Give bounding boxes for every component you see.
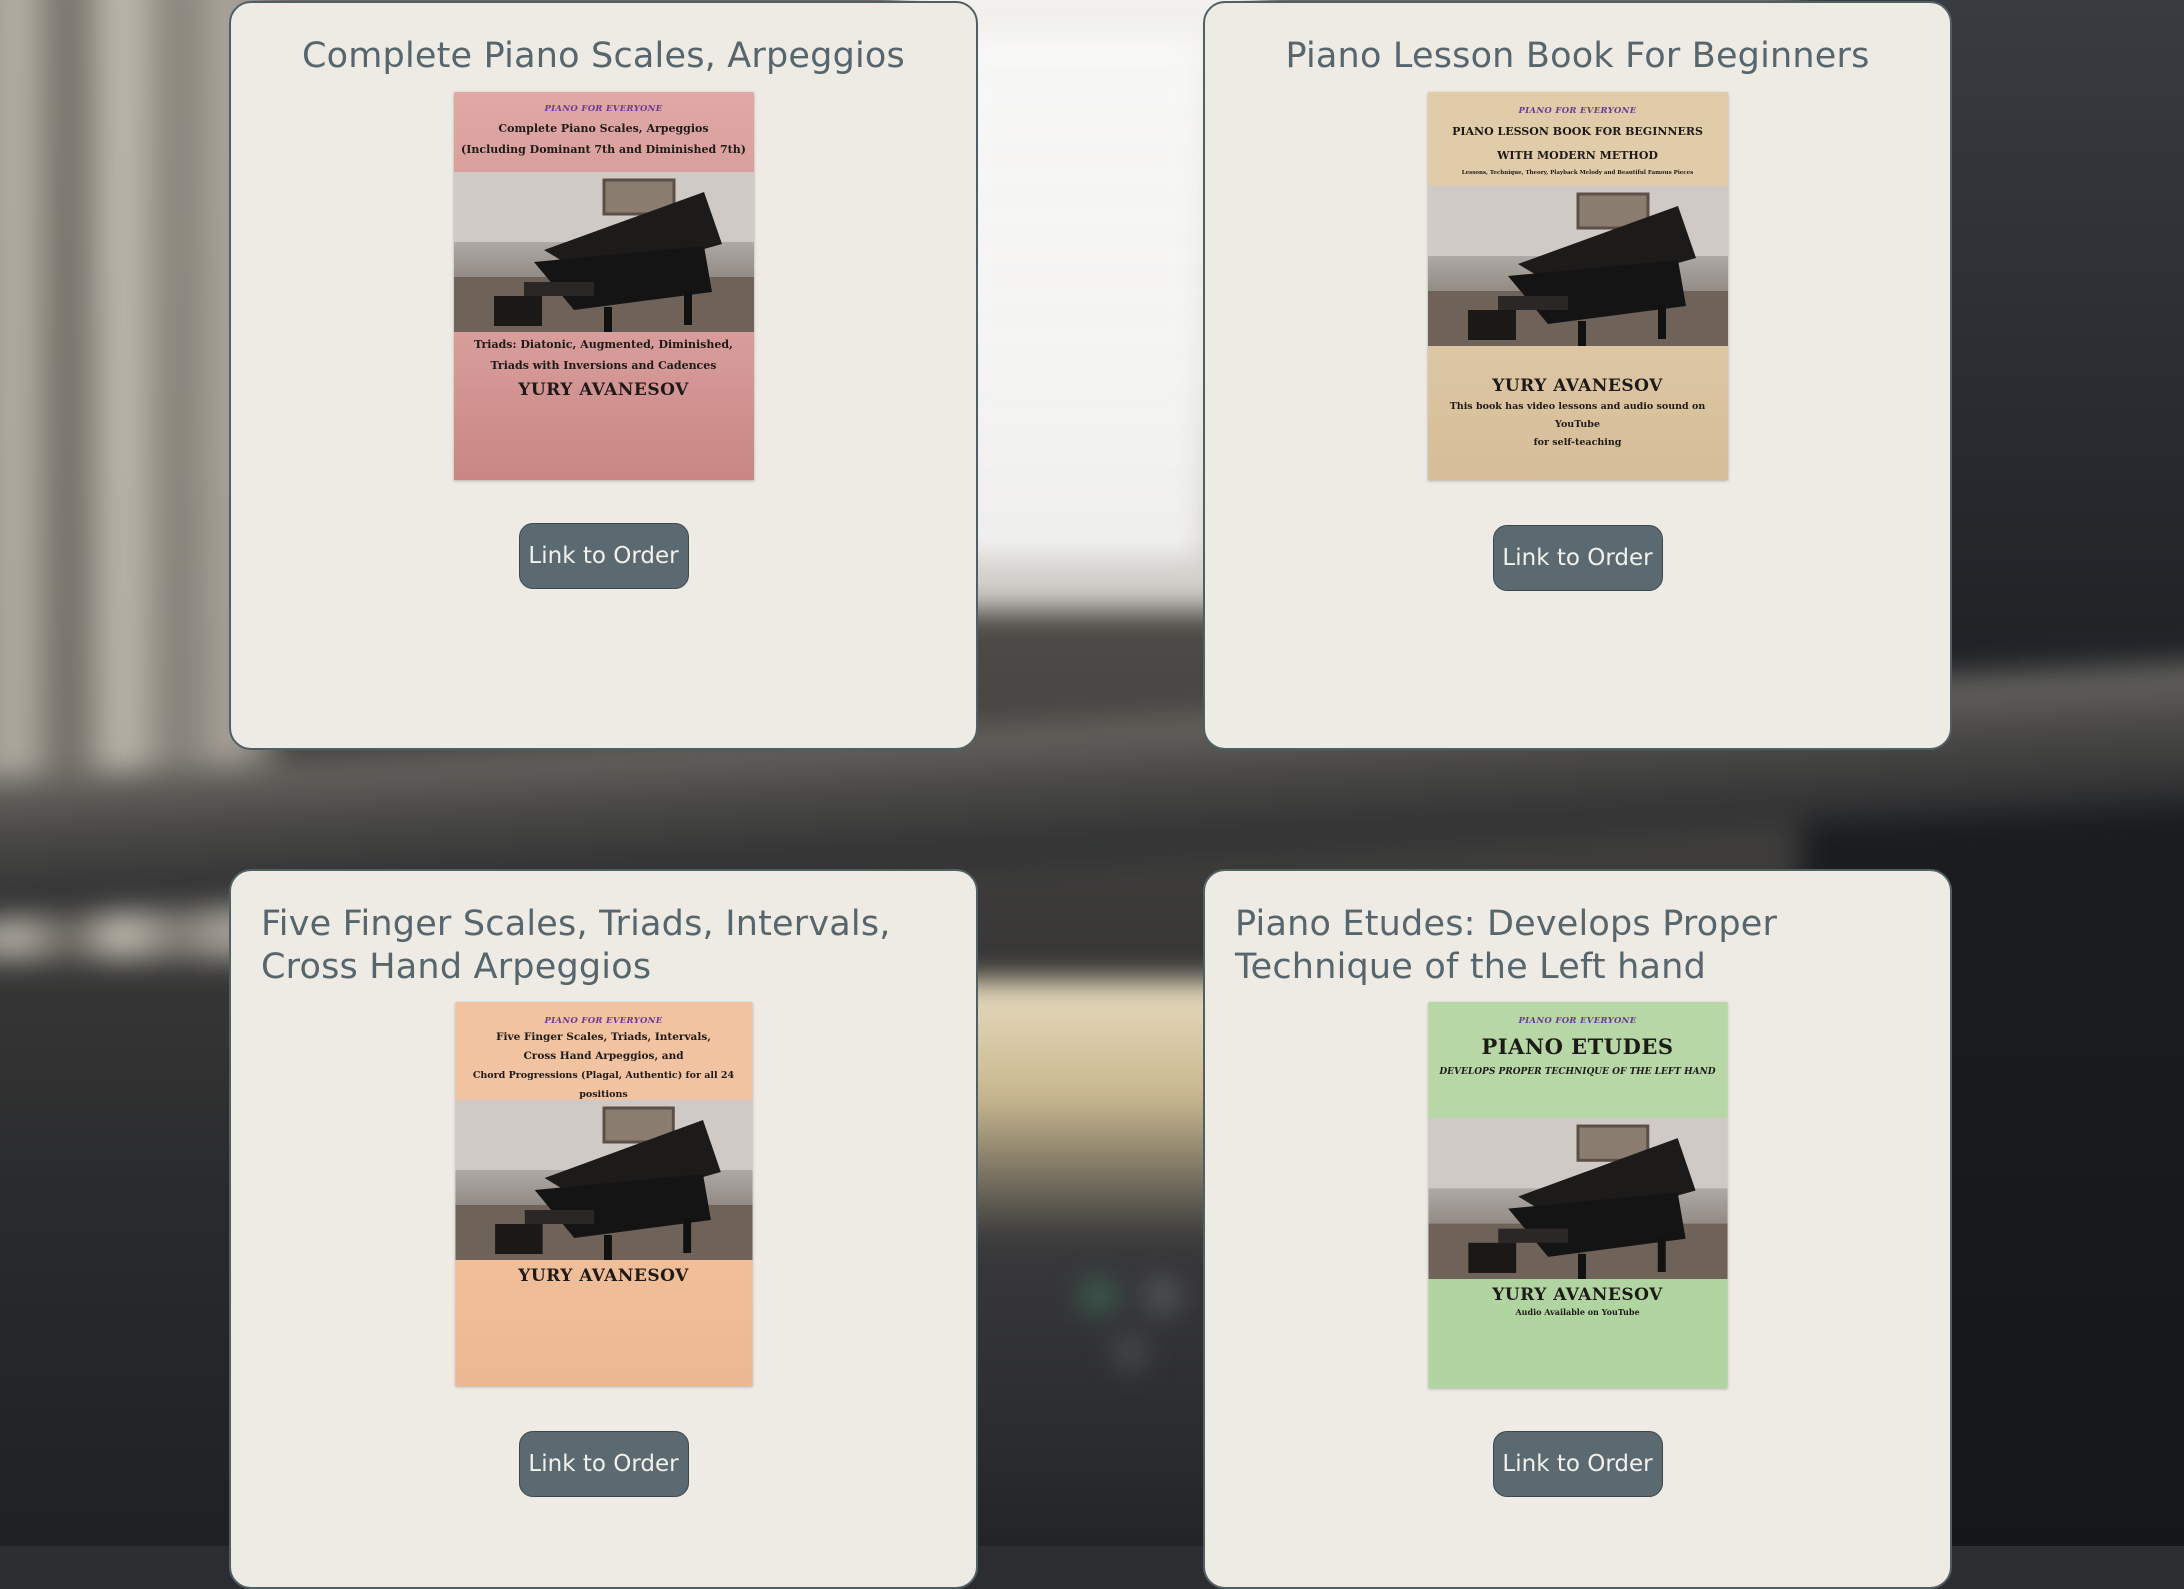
cover-line: This book has video lessons and audio so… — [1449, 401, 1706, 430]
cover-line: Chord Progressions (Plagal, Authentic) f… — [472, 1070, 735, 1100]
cover-author: YURY AVANESOV — [1492, 376, 1663, 396]
book-card-lesson-book: Piano Lesson Book For Beginners PIANO FO… — [1203, 1, 1952, 750]
link-to-order-button[interactable]: Link to Order — [518, 523, 689, 589]
link-to-order-button[interactable]: Link to Order — [1492, 525, 1663, 591]
cover-series: PIANO FOR EVERYONE — [1518, 106, 1637, 116]
book-card-piano-scales: Complete Piano Scales, Arpeggios PIANO F… — [229, 1, 978, 750]
link-to-order-button[interactable]: Link to Order — [1492, 1431, 1663, 1497]
cover-line: Triads with Inversions and Cadences — [490, 359, 717, 372]
cover-line: for self-teaching — [1533, 437, 1622, 448]
cover-author: YURY AVANESOV — [518, 1266, 689, 1286]
cover-line: Audio Available on YouTube — [1515, 1307, 1640, 1317]
book-title: Piano Lesson Book For Beginners — [1285, 36, 1870, 76]
cover-line: PIANO LESSON BOOK FOR BEGINNERS — [1452, 125, 1703, 138]
cover-series: PIANO FOR EVERYONE — [544, 1016, 663, 1026]
cover-series: PIANO FOR EVERYONE — [544, 104, 663, 114]
book-cover-image: PIANO FOR EVERYONE Five Finger Scales, T… — [455, 1002, 752, 1386]
book-title: Five Finger Scales, Triads, Intervals, C… — [261, 904, 891, 987]
cover-line: Five Finger Scales, Triads, Intervals, — [496, 1031, 711, 1043]
cover-line: Cross Hand Arpeggios, and — [523, 1050, 684, 1062]
cover-author: YURY AVANESOV — [1492, 1285, 1663, 1305]
grand-piano-photo — [453, 172, 754, 332]
book-title: Complete Piano Scales, Arpeggios — [302, 36, 905, 76]
book-cover-image: PIANO FOR EVERYONE Complete Piano Scales… — [453, 92, 754, 480]
grand-piano-photo — [455, 1100, 752, 1260]
book-title: Piano Etudes: Develops Proper Technique … — [1235, 904, 1778, 987]
cover-line: Lessons, Technique, Theory, Playback Mel… — [1461, 170, 1694, 176]
cover-line: Triads: Diatonic, Augmented, Diminished, — [474, 338, 733, 351]
cover-subtitle: DEVELOPS PROPER TECHNIQUE OF THE LEFT HA… — [1439, 1067, 1716, 1077]
grand-piano-photo — [1428, 1118, 1727, 1279]
cover-line: Complete Piano Scales, Arpeggios — [498, 122, 709, 135]
book-card-piano-etudes: Piano Etudes: Develops Proper Technique … — [1203, 869, 1952, 1589]
cover-series: PIANO FOR EVERYONE — [1518, 1016, 1637, 1026]
cover-author: YURY AVANESOV — [518, 380, 689, 400]
cover-big-title: PIANO ETUDES — [1481, 1034, 1674, 1059]
link-to-order-button[interactable]: Link to Order — [518, 1431, 689, 1497]
book-cover-image: PIANO FOR EVERYONE PIANO LESSON BOOK FOR… — [1427, 92, 1728, 480]
book-cover-image: PIANO FOR EVERYONE PIANO ETUDES DEVELOPS… — [1428, 1002, 1727, 1388]
cover-line: WITH MODERN METHOD — [1497, 149, 1658, 162]
grand-piano-photo — [1427, 186, 1728, 346]
cover-line: (Including Dominant 7th and Diminished 7… — [461, 143, 746, 156]
book-card-five-finger-scales: Five Finger Scales, Triads, Intervals, C… — [229, 869, 978, 1589]
